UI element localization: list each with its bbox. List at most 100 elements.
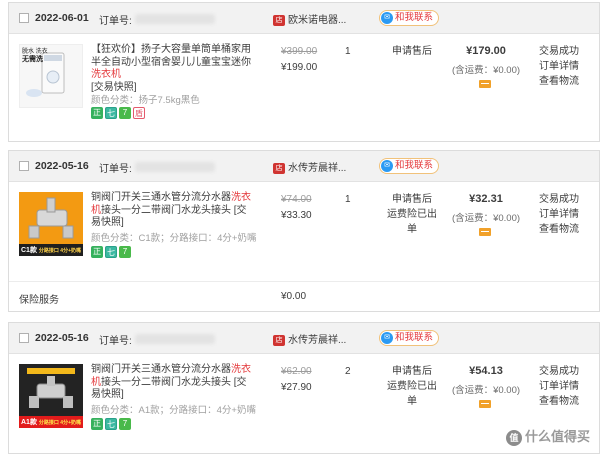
order-number-redacted	[135, 334, 215, 344]
product-spec: 颜色分类：C1款；分路接口：4分+奶嘴	[91, 233, 257, 244]
order-details-link[interactable]: 订单详情	[539, 59, 579, 74]
service-label: 保险服务	[19, 295, 59, 306]
after-sale-column: 申请售后	[385, 44, 439, 59]
chat-icon: ✉	[381, 332, 393, 344]
order-number-redacted	[135, 14, 215, 24]
order-number-label: 订单号:	[99, 336, 132, 347]
service-price: ¥0.00	[281, 291, 307, 302]
thumbnail-caption: 脱水 洗衣 无需洗	[22, 49, 48, 63]
product-title-link[interactable]: 铜阀门开关三通水管分流分水器洗衣机接头一分二带阀门水龙头接头 [交易快照]	[91, 364, 256, 402]
order-header: 2022-05-16 订单号: 店水传芳晨祥... ✉ 和我联系	[9, 323, 599, 354]
order-total: ¥32.31	[469, 193, 503, 205]
contact-label: 和我联系	[395, 160, 434, 171]
seven-day-return-icon: 七	[105, 246, 117, 258]
apply-after-sale-link[interactable]: 申请售后	[385, 364, 439, 379]
order-total: ¥54.13	[469, 365, 503, 377]
contact-label: 和我联系	[395, 12, 434, 23]
seven-badge-icon: 7	[119, 246, 131, 258]
product-spec: 颜色分类：A1款；分路接口：4分+奶嘴	[91, 405, 256, 416]
shop-icon: 店	[273, 334, 285, 346]
watermark-text: 什么值得买	[524, 429, 590, 445]
thumbnail-caption: C1款 分路接口 4分+奶嘴	[21, 247, 81, 254]
shop-name: 欧米诺电器...	[288, 15, 347, 26]
smzdm-logo-icon: 值	[505, 430, 522, 446]
trade-status: 交易成功	[539, 194, 579, 205]
product-thumbnail[interactable]: C1款 分路接口 4分+奶嘴	[19, 192, 83, 256]
genuine-badge-icon: 正	[91, 107, 103, 119]
chat-icon: ✉	[381, 160, 393, 172]
card-icon	[479, 400, 491, 408]
shop-name: 水传芳晨祥...	[288, 163, 347, 174]
product-thumbnail[interactable]: 脱水 洗衣 无需洗	[19, 44, 83, 108]
quantity: 1	[345, 194, 351, 205]
thumbnail-caption: A1款 分路接口 4分+奶嘴	[21, 419, 81, 426]
view-logistics-link[interactable]: 查看物流	[539, 222, 579, 237]
product-spec: 颜色分类：扬子7.5kg黑色	[91, 95, 200, 106]
quantity: 1	[345, 46, 351, 57]
unit-price: ¥27.90	[281, 382, 312, 393]
product-title-link[interactable]: 【狂欢价】扬子大容量单筒单桶家用半全自动小型宿舍婴儿儿童宝宝迷你洗衣机 [交易快照…	[91, 44, 256, 94]
unit-price: ¥33.30	[281, 210, 312, 221]
unit-price: ¥199.00	[281, 62, 318, 73]
card-icon	[479, 228, 491, 236]
trade-status: 交易成功	[539, 366, 579, 377]
watermark: 值什么值得买	[505, 426, 590, 446]
order-total: ¥179.00	[466, 45, 506, 57]
genuine-badge-icon: 正	[91, 246, 103, 258]
order-card: 2022-05-16 订单号: 店水传芳晨祥... ✉ 和我联系 C1款 分路接口…	[8, 150, 600, 312]
order-item-row: C1款 分路接口 4分+奶嘴 铜阀门开关三通水管分流分水器洗衣机接头一分二带阀门…	[9, 182, 599, 282]
seven-day-return-icon: 七	[105, 418, 117, 430]
quantity: 2	[345, 366, 351, 377]
order-actions: 交易成功 订单详情 查看物流	[539, 364, 579, 409]
original-price: ¥62.00	[281, 366, 312, 377]
apply-after-sale-link[interactable]: 申请售后	[385, 192, 439, 207]
service-badges: 正七7	[91, 418, 133, 430]
seven-badge-icon: 7	[119, 107, 131, 119]
apply-after-sale-link[interactable]: 申请售后	[385, 44, 439, 59]
product-thumbnail[interactable]: A1款 分路接口 4分+奶嘴	[19, 364, 83, 428]
shop-icon: 店	[273, 162, 285, 174]
contact-seller-button[interactable]: ✉ 和我联系	[379, 158, 440, 174]
genuine-badge-icon: 正	[91, 418, 103, 430]
shop-link[interactable]: 店水传芳晨祥...	[273, 331, 346, 346]
order-select-checkbox[interactable]	[19, 333, 29, 343]
shipping-fee: (含运费：¥0.00)	[451, 213, 521, 224]
order-header: 2022-05-16 订单号: 店水传芳晨祥... ✉ 和我联系	[9, 151, 599, 182]
order-number-label: 订单号:	[99, 16, 132, 27]
seven-day-return-icon: 七	[105, 107, 117, 119]
contact-seller-button[interactable]: ✉ 和我联系	[379, 330, 440, 346]
original-price: ¥74.00	[281, 194, 312, 205]
original-price: ¥399.00	[281, 46, 318, 57]
shop-link[interactable]: 店水传芳晨祥...	[273, 159, 346, 174]
order-card: 2022-06-01 订单号: 店欧米诺电器... ✉ 和我联系 脱水 洗衣 无需洗…	[8, 2, 600, 142]
service-badges: 正七7盾	[91, 107, 147, 119]
shop-icon: 店	[273, 14, 285, 26]
shield-icon: 盾	[133, 107, 145, 119]
order-number-label: 订单号:	[99, 164, 132, 175]
shop-link[interactable]: 店欧米诺电器...	[273, 11, 346, 26]
order-select-checkbox[interactable]	[19, 13, 29, 23]
order-date: 2022-06-01	[35, 12, 89, 24]
after-sale-column: 申请售后 运费险已出单	[385, 364, 439, 409]
order-date: 2022-05-16	[35, 160, 89, 172]
service-row: 保险服务 ¥0.00	[9, 281, 599, 312]
shipping-insurance-status: 运费险已出单	[387, 381, 437, 407]
contact-seller-button[interactable]: ✉ 和我联系	[379, 10, 440, 26]
order-date: 2022-05-16	[35, 332, 89, 344]
shipping-fee: (含运费：¥0.00)	[451, 385, 521, 396]
view-logistics-link[interactable]: 查看物流	[539, 74, 579, 89]
after-sale-column: 申请售后 运费险已出单	[385, 192, 439, 237]
shop-name: 水传芳晨祥...	[288, 335, 347, 346]
seven-badge-icon: 7	[119, 418, 131, 430]
order-select-checkbox[interactable]	[19, 161, 29, 171]
contact-label: 和我联系	[395, 332, 434, 343]
product-title-link[interactable]: 铜阀门开关三通水管分流分水器洗衣机接头一分二带阀门水龙头接头 [交易快照]	[91, 192, 256, 230]
order-actions: 交易成功 订单详情 查看物流	[539, 192, 579, 237]
view-logistics-link[interactable]: 查看物流	[539, 394, 579, 409]
order-details-link[interactable]: 订单详情	[539, 207, 579, 222]
shipping-insurance-status: 运费险已出单	[387, 209, 437, 235]
order-number-redacted	[135, 162, 215, 172]
order-details-link[interactable]: 订单详情	[539, 379, 579, 394]
order-item-row: 脱水 洗衣 无需洗 【狂欢价】扬子大容量单筒单桶家用半全自动小型宿舍婴儿儿童宝宝迷…	[9, 34, 599, 142]
order-actions: 交易成功 订单详情 查看物流	[539, 44, 579, 89]
